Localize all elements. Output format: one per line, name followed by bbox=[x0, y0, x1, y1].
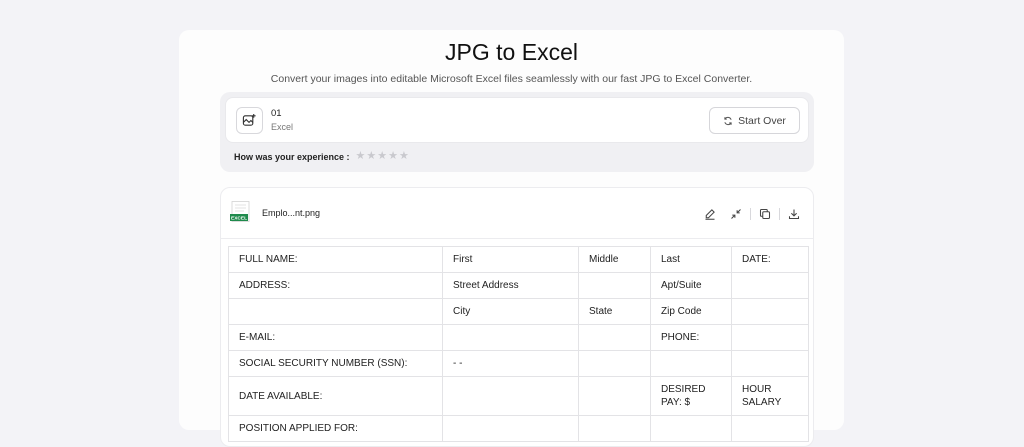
table-cell[interactable] bbox=[578, 324, 651, 351]
table-cell[interactable] bbox=[650, 415, 732, 442]
experience-rating: How was your experience : ★ ★ ★ ★ ★ bbox=[234, 151, 409, 162]
pencil-icon bbox=[705, 209, 715, 220]
star-icon-1[interactable]: ★ bbox=[356, 151, 366, 162]
table-body: FULL NAME: First Middle Last DATE: ADDRESS: St… bbox=[228, 246, 809, 442]
table-cell[interactable] bbox=[650, 350, 732, 377]
star-icon-3[interactable]: ★ bbox=[377, 151, 387, 162]
download-icon bbox=[788, 209, 800, 220]
table-row: POSITION APPLIED FOR: bbox=[228, 415, 809, 442]
start-over-label: Start Over bbox=[738, 114, 786, 127]
star-icon-5[interactable]: ★ bbox=[399, 151, 409, 162]
table-cell[interactable]: SOCIAL SECURITY NUMBER (SSN): bbox=[228, 350, 443, 377]
table-cell[interactable]: Zip Code bbox=[650, 298, 732, 325]
copy-icon bbox=[759, 208, 771, 220]
result-file-name: Emplo...nt.png bbox=[262, 208, 321, 218]
table-cell[interactable] bbox=[731, 298, 809, 325]
table-cell[interactable]: State bbox=[578, 298, 651, 325]
table-cell[interactable]: PHONE: bbox=[650, 324, 732, 351]
result-panel: EXCEL Emplo...nt.png FULL NAME: First Mi… bbox=[220, 187, 814, 447]
table-row: SOCIAL SECURITY NUMBER (SSN): - - bbox=[228, 350, 809, 377]
table-row: DATE AVAILABLE: DESIRED PAY: $ HOUR SALARY bbox=[228, 376, 809, 416]
table-cell[interactable] bbox=[731, 324, 809, 351]
page-title: JPG to Excel bbox=[445, 39, 578, 65]
table-cell[interactable] bbox=[578, 376, 651, 416]
table-cell[interactable] bbox=[228, 298, 443, 325]
table-cell[interactable]: DATE: bbox=[731, 246, 809, 273]
table-cell[interactable]: Last bbox=[650, 246, 732, 273]
result-header: EXCEL Emplo...nt.png bbox=[221, 188, 813, 239]
table-cell[interactable]: FULL NAME: bbox=[228, 246, 443, 273]
rating-stars: ★ ★ ★ ★ ★ bbox=[356, 151, 409, 162]
excel-file-icon: EXCEL bbox=[230, 201, 250, 222]
table-cell[interactable] bbox=[731, 272, 809, 299]
table-cell[interactable] bbox=[731, 350, 809, 377]
file-type: Excel bbox=[271, 122, 294, 132]
page-subtitle: Convert your images into editable Micros… bbox=[270, 73, 753, 85]
table-cell[interactable]: First bbox=[442, 246, 579, 273]
experience-label: How was your experience : bbox=[234, 151, 350, 162]
table-cell[interactable]: POSITION APPLIED FOR: bbox=[228, 415, 443, 442]
table-cell[interactable]: ADDRESS: bbox=[228, 272, 443, 299]
uploaded-file-row: 01 Excel Start Over bbox=[225, 97, 809, 143]
file-count: 01 bbox=[271, 108, 282, 119]
table-cell[interactable] bbox=[731, 415, 809, 442]
table-cell[interactable]: City bbox=[442, 298, 579, 325]
converter-card: JPG to Excel Convert your images into ed… bbox=[179, 30, 844, 447]
table-cell[interactable]: Apt/Suite bbox=[650, 272, 732, 299]
table-cell[interactable] bbox=[578, 350, 651, 377]
table-cell[interactable]: DESIRED PAY: $ bbox=[650, 376, 732, 416]
star-icon-2[interactable]: ★ bbox=[366, 151, 376, 162]
table-cell[interactable] bbox=[442, 376, 579, 416]
collapse-button[interactable] bbox=[723, 206, 749, 222]
table-cell[interactable]: HOUR SALARY bbox=[731, 376, 809, 416]
table-cell[interactable] bbox=[442, 324, 579, 351]
table-cell[interactable]: DATE AVAILABLE: bbox=[228, 376, 443, 416]
table-cell[interactable]: E-MAIL: bbox=[228, 324, 443, 351]
copy-button[interactable] bbox=[752, 206, 778, 222]
edit-button[interactable] bbox=[697, 206, 723, 222]
table-cell[interactable] bbox=[578, 272, 651, 299]
action-divider bbox=[779, 208, 780, 220]
star-icon-4[interactable]: ★ bbox=[388, 151, 398, 162]
start-over-button[interactable]: Start Over bbox=[709, 107, 800, 134]
table-cell[interactable]: Middle bbox=[578, 246, 651, 273]
collapse-icon bbox=[731, 209, 741, 219]
table-row: ADDRESS: Street Address Apt/Suite bbox=[228, 272, 809, 299]
table-row: City State Zip Code bbox=[228, 298, 809, 325]
refresh-icon bbox=[724, 116, 732, 125]
download-button[interactable] bbox=[781, 206, 807, 222]
table-row: E-MAIL: PHONE: bbox=[228, 324, 809, 351]
upload-panel: 01 Excel Start Over How was your experie… bbox=[220, 92, 814, 172]
action-divider bbox=[750, 208, 751, 220]
table-cell[interactable]: Street Address bbox=[442, 272, 579, 299]
excel-preview-table: FULL NAME: First Middle Last DATE: ADDRESS: St… bbox=[228, 246, 809, 442]
image-add-icon bbox=[236, 107, 263, 134]
table-cell[interactable]: - - bbox=[442, 350, 579, 377]
table-cell[interactable] bbox=[442, 415, 579, 442]
table-row: FULL NAME: First Middle Last DATE: bbox=[228, 246, 809, 273]
excel-badge-text: EXCEL bbox=[231, 216, 247, 222]
result-actions bbox=[697, 206, 807, 222]
table-cell[interactable] bbox=[578, 415, 651, 442]
